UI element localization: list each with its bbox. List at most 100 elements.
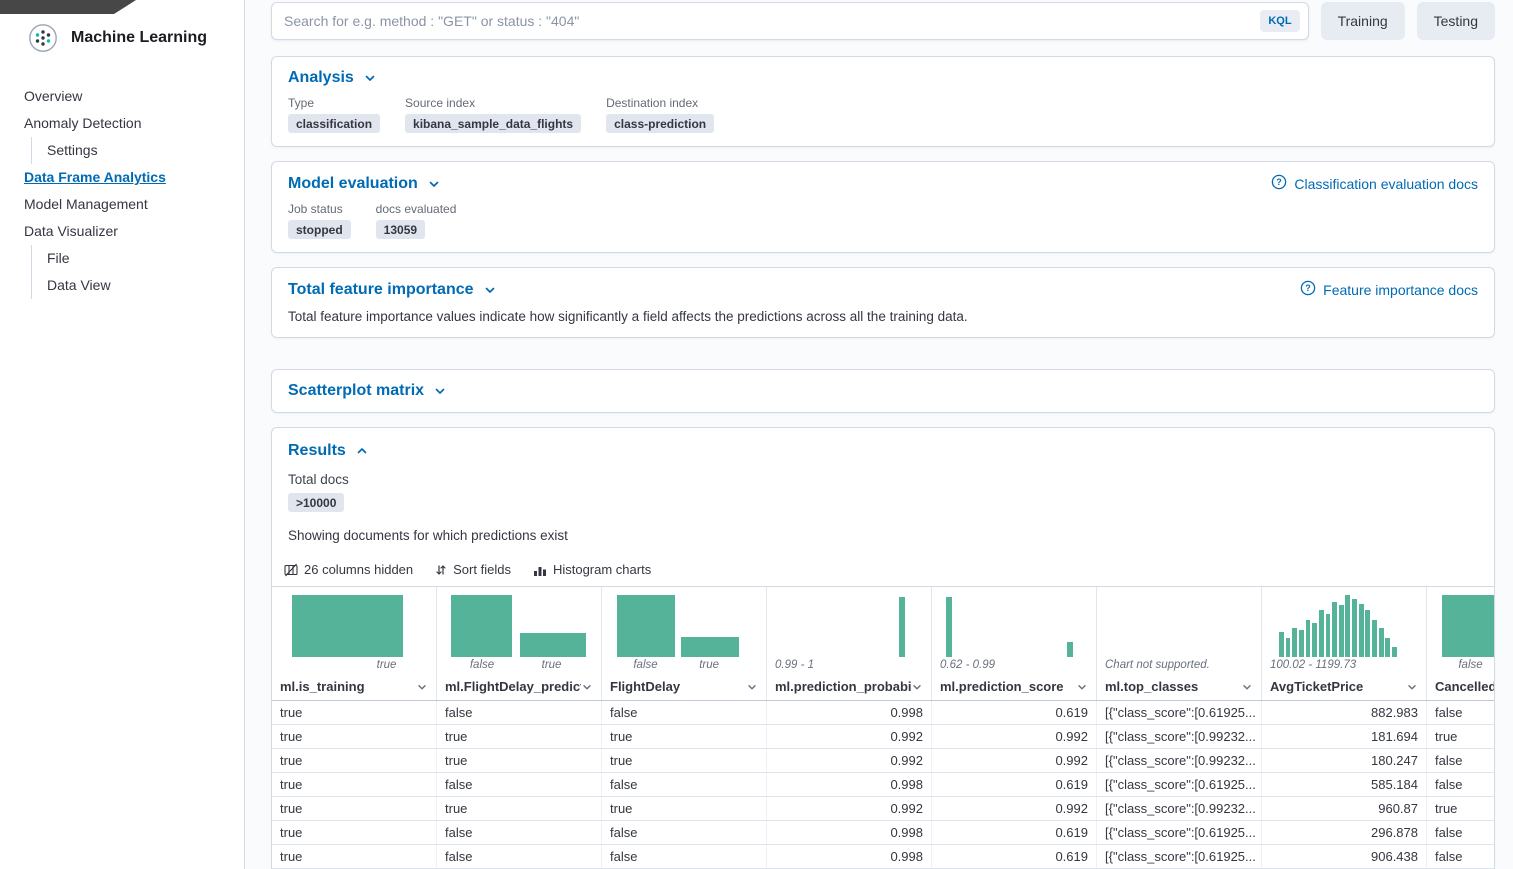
table-cell[interactable]: 0.998 [767,845,932,868]
table-cell[interactable]: 0.619 [932,773,1097,796]
table-cell[interactable]: true [602,797,767,820]
table-cell[interactable]: true [272,773,437,796]
table-cell[interactable]: 0.992 [932,749,1097,772]
table-cell[interactable]: 0.619 [932,845,1097,868]
histogram-label: true [542,659,562,671]
table-cell[interactable]: [{"class_score":[0.61925... [1097,773,1262,796]
table-cell[interactable]: false [602,701,767,724]
chevron-up-icon[interactable] [355,444,369,458]
table-cell[interactable]: false [1427,749,1494,772]
table-cell[interactable]: true [272,725,437,748]
table-cell[interactable]: 0.992 [767,749,932,772]
classification-evaluation-docs-link[interactable]: ? Classification evaluation docs [1271,174,1478,193]
training-button[interactable]: Training [1321,2,1405,40]
column-header-ml.prediction_score[interactable]: 0.62 - 0.99ml.prediction_score [932,587,1097,700]
table-cell[interactable]: true [1427,725,1494,748]
chevron-down-icon[interactable] [1406,681,1418,693]
column-header-ml.FlightDelay_predictio[interactable]: falsetrueml.FlightDelay_predictio [437,587,602,700]
column-header-ml.prediction_probabilit[interactable]: 0.99 - 1ml.prediction_probabilit [767,587,932,700]
column-header-AvgTicketPrice[interactable]: 100.02 - 1199.73AvgTicketPrice [1262,587,1427,700]
sidebar-item-data-frame-analytics[interactable]: Data Frame Analytics [24,164,232,191]
chevron-down-icon[interactable] [746,681,758,693]
table-cell[interactable]: true [437,797,602,820]
table-cell[interactable]: true [272,701,437,724]
feature-importance-docs-link[interactable]: ? Feature importance docs [1300,280,1478,299]
table-cell[interactable]: 0.998 [767,773,932,796]
chevron-down-icon[interactable] [483,283,497,297]
table-cell[interactable]: true [272,845,437,868]
testing-button[interactable]: Testing [1417,2,1495,40]
table-cell[interactable]: false [437,701,602,724]
table-cell[interactable]: true [272,749,437,772]
table-cell[interactable]: false [1427,845,1494,868]
column-name: ml.top_classes [1105,679,1241,694]
table-cell[interactable]: 0.998 [767,701,932,724]
search-input[interactable]: Search for e.g. method : "GET" or status… [271,2,1309,40]
table-cell[interactable]: false [437,773,602,796]
table-cell[interactable]: true [272,797,437,820]
table-cell[interactable]: 0.992 [767,797,932,820]
sidebar-item-overview[interactable]: Overview [24,83,232,110]
sidebar-item-data-view[interactable]: Data View [31,272,232,299]
chevron-down-icon[interactable] [363,71,377,85]
table-cell[interactable]: 296.878 [1262,821,1427,844]
chevron-down-icon[interactable] [1076,681,1088,693]
sidebar-item-anomaly-detection[interactable]: Anomaly Detection [24,110,232,137]
table-cell[interactable]: 585.184 [1262,773,1427,796]
table-cell[interactable]: [{"class_score":[0.61925... [1097,845,1262,868]
chevron-down-icon[interactable] [581,681,593,693]
table-cell[interactable]: 906.438 [1262,845,1427,868]
column-header-ml.top_classes[interactable]: Chart not supported.ml.top_classes [1097,587,1262,700]
analysis-fields: TypeclassificationSource indexkibana_sam… [288,96,1478,133]
chevron-down-icon[interactable] [433,384,447,398]
kql-button[interactable]: KQL [1260,10,1299,32]
column-header-Cancelled[interactable]: falseCancelled [1427,587,1494,700]
table-cell[interactable]: 0.992 [767,725,932,748]
columns-hidden-button[interactable]: 26 columns hidden [284,562,413,577]
column-header-ml.is_training[interactable]: trueml.is_training [272,587,437,700]
table-cell[interactable]: false [1427,701,1494,724]
table-cell[interactable]: true [272,821,437,844]
table-cell[interactable]: 882.983 [1262,701,1427,724]
table-cell[interactable]: 180.247 [1262,749,1427,772]
table-cell[interactable]: true [437,749,602,772]
sort-fields-button[interactable]: Sort fields [435,562,511,577]
table-cell[interactable]: 0.992 [932,797,1097,820]
sidebar-item-file[interactable]: File [31,245,232,272]
table-cell[interactable]: false [1427,773,1494,796]
table-cell[interactable]: false [602,845,767,868]
sidebar-item-model-management[interactable]: Model Management [24,191,232,218]
table-cell[interactable]: 0.619 [932,701,1097,724]
table-cell[interactable]: [{"class_score":[0.99232... [1097,749,1262,772]
table-cell[interactable]: false [602,773,767,796]
table-cell[interactable]: [{"class_score":[0.99232... [1097,797,1262,820]
table-cell[interactable]: true [1427,797,1494,820]
column-header-FlightDelay[interactable]: falsetrueFlightDelay [602,587,767,700]
table-cell[interactable]: [{"class_score":[0.61925... [1097,701,1262,724]
table-cell[interactable]: 0.998 [767,821,932,844]
column-name-row: ml.FlightDelay_predictio [445,673,593,700]
table-cell[interactable]: 181.694 [1262,725,1427,748]
table-row: truetruetrue0.9920.992[{"class_score":[0… [272,749,1494,773]
table-cell[interactable]: false [602,821,767,844]
table-cell[interactable]: 0.992 [932,725,1097,748]
chevron-down-icon[interactable] [911,681,923,693]
field-value-badge: classification [288,114,380,133]
column-name-row: ml.top_classes [1105,673,1253,700]
table-cell[interactable]: false [437,821,602,844]
histogram-charts-button[interactable]: Histogram charts [533,562,651,577]
table-cell[interactable]: 0.619 [932,821,1097,844]
sidebar-item-data-visualizer[interactable]: Data Visualizer [24,218,232,245]
table-cell[interactable]: false [1427,821,1494,844]
table-cell[interactable]: true [602,749,767,772]
table-cell[interactable]: 960.87 [1262,797,1427,820]
sidebar-item-settings[interactable]: Settings [31,137,232,164]
chevron-down-icon[interactable] [1241,681,1253,693]
table-cell[interactable]: false [437,845,602,868]
table-cell[interactable]: true [437,725,602,748]
chevron-down-icon[interactable] [416,681,428,693]
table-cell[interactable]: true [602,725,767,748]
table-cell[interactable]: [{"class_score":[0.99232... [1097,725,1262,748]
chevron-down-icon[interactable] [427,177,441,191]
table-cell[interactable]: [{"class_score":[0.61925... [1097,821,1262,844]
